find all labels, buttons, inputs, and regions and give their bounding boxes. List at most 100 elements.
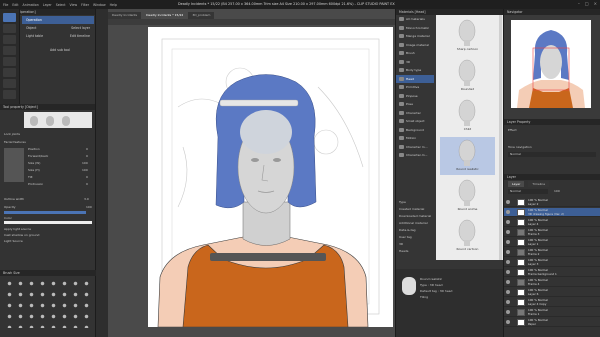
head-preset-icon[interactable]: [62, 116, 70, 126]
material-item[interactable]: Child: [440, 97, 495, 135]
head-preset-icon[interactable]: [30, 116, 38, 126]
material-filter-data-tag[interactable]: Data-&-tag: [399, 227, 439, 234]
eye-icon[interactable]: [506, 310, 510, 314]
menu-view[interactable]: View: [70, 3, 78, 7]
eye-icon[interactable]: [506, 260, 510, 264]
material-filter-created-material[interactable]: Created material: [399, 206, 439, 213]
eyedropper-tool-icon[interactable]: [3, 57, 16, 66]
subtool-lighttable-row[interactable]: Light table Edit timeline: [22, 32, 94, 40]
eye-icon[interactable]: [506, 220, 510, 224]
menu-filter[interactable]: Filter: [81, 3, 89, 7]
head-preset-icon[interactable]: [46, 116, 54, 126]
menu-animation[interactable]: Animation: [23, 3, 39, 7]
minimize-button[interactable]: –: [578, 1, 580, 6]
layer-row[interactable]: 100 % Normal Frame 1: [504, 308, 600, 317]
eye-icon[interactable]: [506, 320, 510, 324]
material-folder-character-m-[interactable]: Character m...: [396, 143, 434, 152]
subtool-light-table[interactable]: Light table: [26, 32, 43, 40]
manga-page-canvas[interactable]: [148, 27, 393, 327]
cast-shadow-checkbox[interactable]: Cast shadow on ground: [4, 233, 39, 237]
apply-light-source-checkbox[interactable]: Apply light source: [4, 227, 31, 231]
layer-row[interactable]: 100 % Normal 3D drawing figure (Ver. 2): [504, 208, 600, 217]
layer-blend-dropdown[interactable]: [508, 152, 596, 157]
material-filter-downloaded-material[interactable]: Downloaded material: [399, 213, 439, 220]
tab-timeline[interactable]: Timeline: [528, 181, 550, 187]
material-folder-motion[interactable]: Motion: [396, 134, 434, 143]
eye-icon[interactable]: [506, 300, 510, 304]
materials-scrollbar[interactable]: [499, 15, 502, 260]
material-item[interactable]: Sharp cartoon: [440, 17, 495, 55]
layer-row[interactable]: 100 % Normal Layer 2: [504, 198, 600, 207]
layer-row[interactable]: 100 % Normal Layer 4 Copy: [504, 298, 600, 307]
material-filter-user-tag[interactable]: User tag: [399, 234, 439, 241]
tab-layer[interactable]: Layer: [508, 181, 525, 187]
eye-icon[interactable]: [506, 230, 510, 234]
layer-row[interactable]: 100 % Normal Paper: [504, 318, 600, 327]
tab-deadly-incidents[interactable]: Deadly Incidents: [108, 12, 142, 19]
layer-row[interactable]: 100 % Normal Frame 3: [504, 228, 600, 237]
material-folder-primitive[interactable]: Primitive: [396, 83, 434, 92]
material-item[interactable]: Round realistic: [440, 137, 495, 175]
menu-select[interactable]: Select: [56, 3, 66, 7]
move-tool-icon[interactable]: [3, 24, 16, 33]
menu-layer[interactable]: Layer: [43, 3, 52, 7]
eye-icon[interactable]: [506, 290, 510, 294]
material-filter-type[interactable]: Type: [399, 199, 439, 206]
layer-row[interactable]: 100 % Normal Layer 3: [504, 258, 600, 267]
subtool-object-row[interactable]: Object Select layer: [22, 24, 94, 32]
menu-edit[interactable]: Edit: [12, 3, 18, 7]
outline-width-label[interactable]: Outline width: [4, 197, 24, 201]
material-item[interactable]: Round anime: [440, 177, 495, 215]
material-folder-character[interactable]: Character: [396, 109, 434, 118]
material-folder-image-material[interactable]: Image material: [396, 41, 434, 50]
eye-icon[interactable]: [506, 270, 510, 274]
subtool-object[interactable]: Object: [26, 24, 36, 32]
opacity-slider[interactable]: [4, 211, 86, 214]
layer-row[interactable]: 100 % Normal Layer 4: [504, 218, 600, 227]
tiling-checkbox[interactable]: Tiling: [420, 295, 428, 299]
eye-icon[interactable]: [506, 280, 510, 284]
material-folder-pinpose[interactable]: Pinpose: [396, 92, 434, 101]
edit-timeline-label[interactable]: Edit timeline: [70, 32, 90, 40]
material-filter-heads[interactable]: Heads: [399, 248, 439, 255]
material-folder-manga-material[interactable]: Manga material: [396, 32, 434, 41]
subtool-operation[interactable]: Operation: [22, 16, 94, 24]
pencil-tool-icon[interactable]: [3, 79, 16, 88]
light-source-label[interactable]: Light Source: [4, 239, 23, 243]
material-filter-3d[interactable]: 3D: [399, 241, 439, 248]
material-folder-small-object[interactable]: Small object: [396, 117, 434, 126]
material-folder-character-m-[interactable]: Character-m...: [396, 151, 434, 160]
eye-icon[interactable]: [506, 250, 510, 254]
color-swatch[interactable]: [4, 221, 92, 224]
menu-window[interactable]: Window: [93, 3, 106, 7]
select-tool-icon[interactable]: [3, 46, 16, 55]
layer-row[interactable]: 100 % Normal Frame 2: [504, 248, 600, 257]
material-folder-head[interactable]: Head: [396, 74, 434, 83]
close-button[interactable]: ×: [594, 1, 597, 6]
layer-row[interactable]: 100 % Normal Layer 6: [504, 288, 600, 297]
zoom-tool-icon[interactable]: [3, 35, 16, 44]
layer-row[interactable]: 100 % Normal Frame 4: [504, 278, 600, 287]
material-folder-all-materials[interactable]: All materials: [396, 15, 434, 24]
material-folder-brush[interactable]: Brush: [396, 49, 434, 58]
material-folder-3d[interactable]: 3D: [396, 58, 434, 67]
eye-icon[interactable]: [506, 210, 510, 214]
pen-tool-icon[interactable]: [3, 68, 16, 77]
layer-blend-mode[interactable]: Normal: [508, 189, 548, 194]
material-item[interactable]: Rounded: [440, 57, 495, 95]
layer-row[interactable]: 100 % Normal Layer 1: [504, 238, 600, 247]
face-part-selector[interactable]: [4, 148, 24, 182]
lock-joints-label[interactable]: Lock joints: [4, 132, 20, 136]
select-layer-label[interactable]: Select layer: [71, 24, 90, 32]
maximize-button[interactable]: □: [585, 1, 589, 6]
menu-help[interactable]: Help: [110, 3, 117, 7]
brush-size-grid[interactable]: [4, 278, 92, 328]
material-folder-body-type[interactable]: Body type: [396, 66, 434, 75]
tab-3d-problem[interactable]: 3D_problem: [188, 12, 215, 19]
material-folder-monochromatic[interactable]: Monochromatic: [396, 24, 434, 33]
material-filter-additional-material[interactable]: Additional material: [399, 220, 439, 227]
layer-row[interactable]: 100 % Normal Frame background 1: [504, 268, 600, 277]
eye-icon[interactable]: [506, 240, 510, 244]
eye-icon[interactable]: [506, 200, 510, 204]
add-subtool-button[interactable]: Add sub tool: [22, 46, 94, 54]
